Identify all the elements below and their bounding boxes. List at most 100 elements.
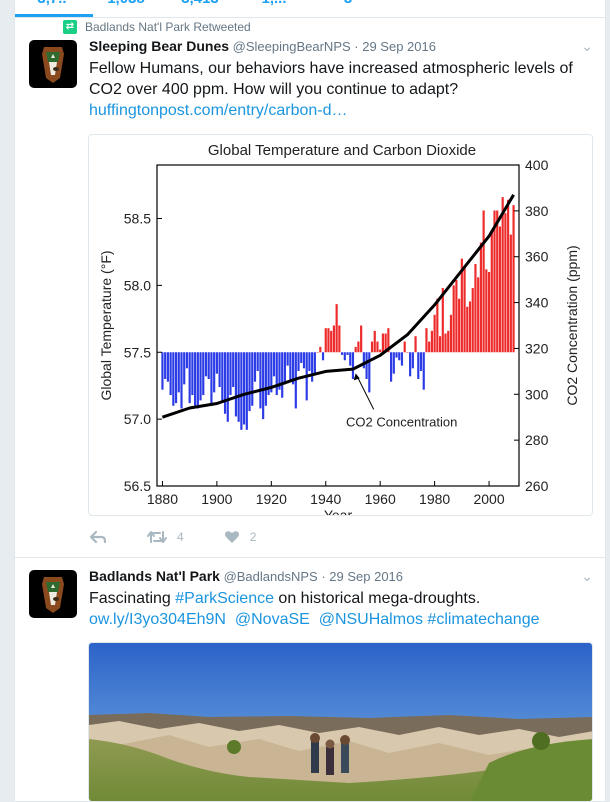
temperature-bar — [452, 285, 455, 353]
temperature-bar — [313, 352, 316, 374]
temperature-bar — [264, 352, 267, 406]
y2-tick-label: 340 — [525, 295, 549, 311]
temperature-bar — [215, 352, 218, 374]
temperature-bar — [360, 325, 363, 353]
temperature-bar — [400, 352, 404, 366]
y2-tick-label: 280 — [525, 432, 549, 448]
chart-media-card[interactable]: Global Temperature and Carbon Dioxide 56… — [88, 134, 593, 516]
temperature-bar — [479, 242, 482, 353]
retweet-action[interactable]: 4 — [147, 530, 184, 544]
profile-stat-tab[interactable]: 1,038 — [89, 0, 163, 7]
y-axis-label: Global Temperature (°F) — [98, 250, 114, 400]
like-count: 2 — [249, 530, 257, 544]
temperature-bar — [471, 288, 474, 353]
x-axis-label: Year — [324, 507, 353, 516]
hashtag-link[interactable]: #ParkScience — [175, 590, 274, 607]
chevron-down-icon[interactable]: ⌄ — [581, 568, 593, 585]
chevron-down-icon[interactable]: ⌄ — [581, 38, 593, 55]
profile-stat-tab[interactable]: 3 — [311, 0, 385, 7]
temperature-bar — [164, 352, 167, 379]
temperature-bar — [368, 352, 371, 393]
mention-link[interactable]: @NSUHalmos — [319, 611, 423, 628]
temperature-bar — [414, 336, 417, 353]
x-tick-label: 1980 — [419, 491, 450, 507]
photo-media[interactable] — [88, 642, 593, 802]
temperature-bar — [202, 352, 205, 396]
tweet-link[interactable]: ow.ly/I3yo304Eh9N — [89, 611, 226, 628]
tweet-header: Sleeping Bear Dunes @SleepingBearNPS · 2… — [89, 38, 436, 54]
retweeted-context: ⇄ Badlands Nat'l Park Retweeted — [63, 20, 251, 34]
temperature-bar — [253, 352, 257, 382]
badlands-landscape-photo — [89, 643, 592, 801]
temperature-bar — [221, 352, 224, 401]
temperature-bar — [281, 352, 284, 398]
timestamp[interactable]: · 29 Sep 2016 — [354, 39, 436, 54]
mention-link[interactable]: @NovaSE — [235, 611, 310, 628]
y2-tick-label: 380 — [525, 203, 549, 219]
retweeted-by-text[interactable]: Badlands Nat'l Park Retweeted — [85, 20, 251, 34]
temperature-bar — [172, 352, 175, 406]
temperature-bar — [311, 352, 314, 382]
temperature-bar — [188, 352, 191, 404]
reply-action[interactable] — [89, 530, 107, 544]
temperature-bar — [433, 314, 436, 353]
profile-stat-tab[interactable]: 3,7.. — [15, 0, 89, 7]
temperature-bar — [223, 352, 227, 414]
temperature-bar — [468, 301, 472, 353]
x-tick-label: 2000 — [473, 491, 504, 507]
temperature-bar — [449, 314, 453, 353]
display-name[interactable]: Badlands Nat'l Park — [89, 568, 220, 584]
temperature-bar — [351, 352, 355, 379]
temperature-bar — [485, 269, 488, 353]
temperature-bar — [174, 352, 178, 404]
temperature-bar — [370, 341, 374, 353]
temperature-bar — [245, 352, 248, 430]
temperature-bar — [283, 352, 287, 385]
timestamp[interactable]: · 29 Sep 2016 — [321, 569, 403, 584]
profile-stat-tab[interactable]: 1,... — [237, 0, 311, 7]
temperature-bar — [256, 352, 259, 371]
temperature-bar — [161, 352, 164, 390]
temperature-bar — [474, 263, 477, 353]
hashtag-link[interactable]: #climatechange — [427, 611, 539, 628]
temperature-bar — [509, 234, 512, 353]
temperature-bar — [436, 298, 439, 353]
handle[interactable]: @BadlandsNPS — [224, 569, 318, 584]
temperature-bar — [428, 341, 431, 353]
temperature-bar — [300, 352, 303, 363]
temperature-bar — [251, 352, 254, 406]
avatar[interactable] — [29, 570, 77, 618]
temperature-bar — [229, 352, 232, 396]
handle[interactable]: @SleepingBearNPS — [233, 39, 351, 54]
tweet[interactable]: ⇄ Badlands Nat'l Park Retweeted Sleeping… — [15, 18, 605, 558]
temperature-bar — [335, 304, 338, 353]
avatar[interactable] — [29, 40, 77, 88]
profile-stats-strip: 3,7..1,0383,4131,...3 — [15, 0, 605, 18]
like-action[interactable]: 2 — [224, 530, 257, 544]
temperature-bar — [354, 346, 357, 353]
profile-stat-tab[interactable]: 3,413 — [163, 0, 237, 7]
temperature-bar — [169, 352, 172, 396]
y-tick-label: 58.0 — [124, 277, 151, 293]
y2-tick-label: 300 — [525, 386, 549, 402]
tweet-text-line: CO2 over 400 ppm. How will you continue … — [89, 81, 459, 98]
temperature-bar — [398, 352, 401, 361]
reply-icon — [89, 530, 107, 544]
temperature-bar — [166, 352, 169, 382]
temperature-bar — [365, 352, 368, 379]
y-tick-label: 57.0 — [124, 411, 151, 427]
temperature-bar — [321, 352, 325, 361]
tweet[interactable]: Badlands Nat'l Park @BadlandsNPS · 29 Se… — [15, 558, 605, 802]
temperature-bar — [332, 325, 336, 353]
retweet-icon — [147, 531, 167, 543]
tweet-text-segment: Fascinating — [89, 590, 176, 607]
temperature-bar — [512, 205, 515, 353]
tweet-link[interactable]: huffingtonpost.com/entry/carbon-d… — [89, 102, 348, 119]
display-name[interactable]: Sleeping Bear Dunes — [89, 38, 229, 54]
y2-tick-label: 360 — [525, 249, 549, 265]
y2-tick-label: 320 — [525, 340, 549, 356]
x-tick-label: 1880 — [147, 491, 178, 507]
temperature-bar — [349, 352, 352, 366]
temperature-bar — [338, 325, 341, 353]
heart-icon — [224, 531, 239, 543]
